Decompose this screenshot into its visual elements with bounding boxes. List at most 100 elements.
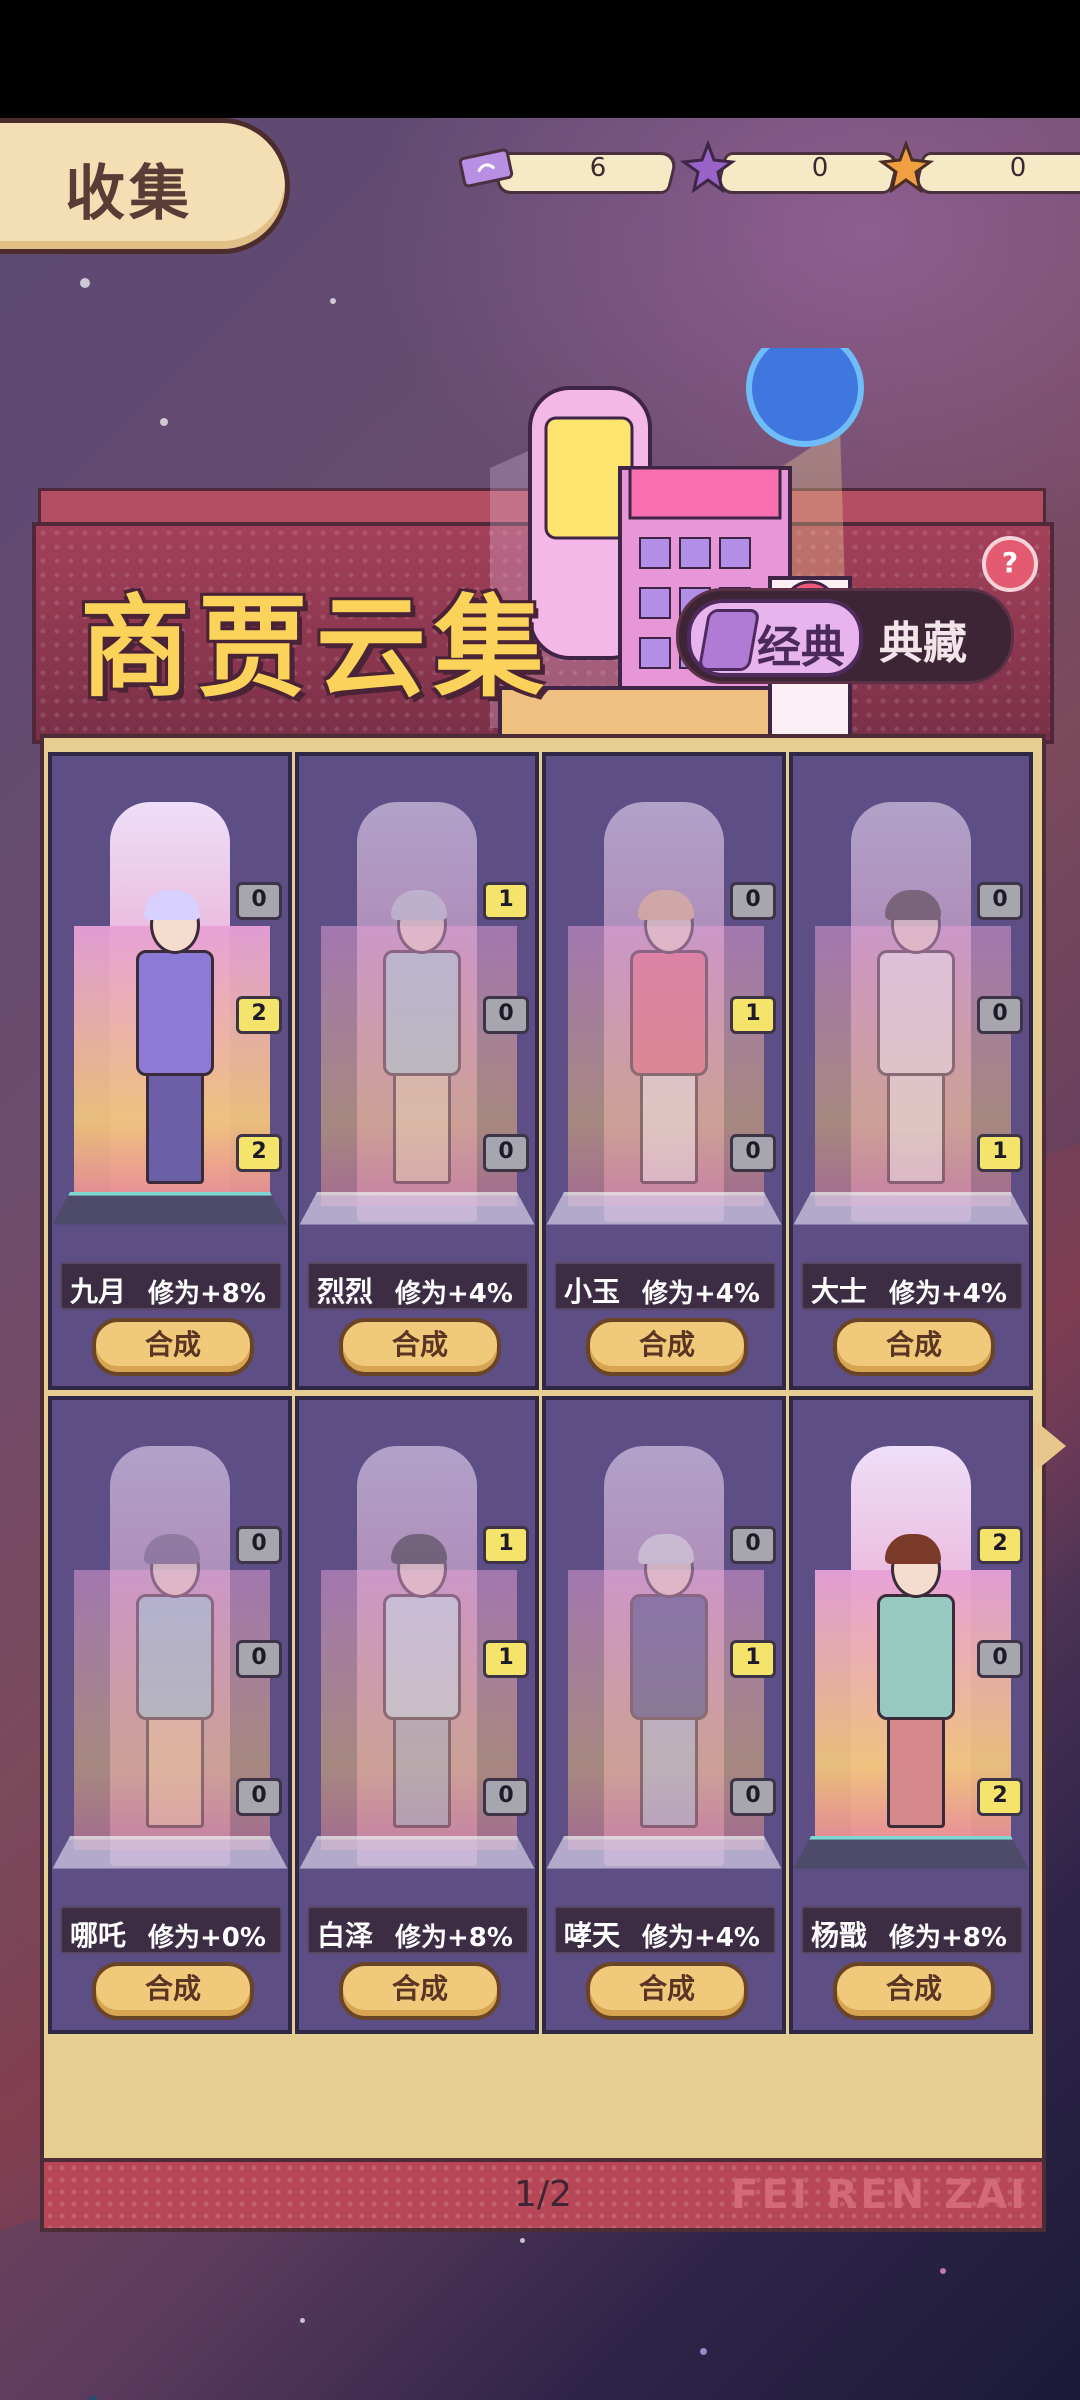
brand-watermark: FEI REN ZAI: [731, 2172, 1028, 2218]
star: [700, 2348, 707, 2355]
character-figure: [369, 1534, 465, 1840]
combine-button[interactable]: 合成: [833, 1962, 995, 2020]
character-name: 小玉: [564, 1275, 621, 1308]
help-button[interactable]: ?: [982, 536, 1038, 592]
piece-count-badge: 0: [977, 996, 1023, 1034]
character-name: 哮天: [564, 1919, 621, 1952]
character-card[interactable]: 1 0 0 烈烈 修为+4% 合成: [295, 752, 539, 1390]
currency-value: 0: [1009, 153, 1027, 183]
display-platform: [546, 1835, 782, 1869]
cultivation-bonus: 修为+0%: [148, 1923, 266, 1953]
toggle-classic-label: 经典: [757, 622, 845, 673]
collection-tab[interactable]: 收集: [0, 118, 290, 254]
collection-tab-label: 收集: [65, 159, 193, 229]
piece-count-badge: 0: [483, 1134, 529, 1172]
piece-count-badge: 0: [236, 1526, 282, 1564]
character-card[interactable]: 2 0 2 杨戬 修为+8% 合成: [789, 1396, 1033, 2034]
collection-screen: 收集 6 0 0 商贾云集 ? 经典 典藏 1/2 FEI REN ZAI 0 …: [0, 118, 1080, 2400]
piece-count-badge: 1: [483, 1526, 529, 1564]
combine-button[interactable]: 合成: [92, 1962, 254, 2020]
character-figure: [863, 890, 959, 1196]
next-page-arrow-icon[interactable]: [1032, 1418, 1066, 1474]
currency-value: 0: [811, 153, 829, 183]
nameplate: 白泽 修为+8%: [307, 1906, 529, 1954]
piece-count-badge: 0: [483, 996, 529, 1034]
piece-count-badge: 0: [236, 1640, 282, 1678]
piece-count-badge: 0: [730, 1526, 776, 1564]
orange-puzzle-icon: [878, 140, 934, 194]
character-card[interactable]: 0 1 0 小玉 修为+4% 合成: [542, 752, 786, 1390]
character-figure: [616, 1534, 712, 1840]
piece-count-badge: 1: [730, 1640, 776, 1678]
character-card[interactable]: 0 1 0 哮天 修为+4% 合成: [542, 1396, 786, 2034]
cultivation-bonus: 修为+8%: [395, 1923, 513, 1953]
piece-count-badge: 1: [483, 882, 529, 920]
nameplate: 烈烈 修为+4%: [307, 1262, 529, 1310]
ticket-icon: [458, 148, 514, 188]
status-bar: [0, 0, 1080, 118]
star: [300, 2318, 305, 2323]
cultivation-bonus: 修为+4%: [642, 1279, 760, 1309]
character-card[interactable]: 1 1 0 白泽 修为+8% 合成: [295, 1396, 539, 2034]
cultivation-bonus: 修为+4%: [642, 1923, 760, 1953]
star: [520, 2238, 525, 2243]
piece-count-badge: 0: [977, 882, 1023, 920]
currency-value: 6: [589, 153, 607, 183]
character-card[interactable]: 0 0 0 哪吒 修为+0% 合成: [48, 1396, 292, 2034]
page-footer: 1/2 FEI REN ZAI: [40, 2158, 1046, 2232]
character-figure: [122, 890, 218, 1196]
star: [330, 298, 336, 304]
mode-toggle: 经典 典藏: [676, 588, 1014, 684]
nameplate: 哮天 修为+4%: [554, 1906, 776, 1954]
piece-count-badge: 2: [977, 1526, 1023, 1564]
character-name: 白泽: [317, 1919, 374, 1952]
purple-puzzle-icon: [680, 140, 736, 194]
piece-count-badge: 1: [730, 996, 776, 1034]
back-arrow-icon[interactable]: [36, 2388, 162, 2400]
nameplate: 哪吒 修为+0%: [60, 1906, 282, 1954]
piece-count-badge: 1: [977, 1134, 1023, 1172]
piece-count-badge: 0: [236, 882, 282, 920]
display-platform: [52, 1191, 288, 1225]
display-platform: [299, 1191, 535, 1225]
character-name: 哪吒: [70, 1919, 127, 1952]
character-figure: [122, 1534, 218, 1840]
cultivation-bonus: 修为+4%: [889, 1279, 1007, 1309]
piece-count-badge: 2: [236, 1134, 282, 1172]
piece-count-badge: 0: [236, 1778, 282, 1816]
display-platform: [299, 1835, 535, 1869]
nameplate: 大士 修为+4%: [801, 1262, 1023, 1310]
character-figure: [616, 890, 712, 1196]
piece-count-badge: 0: [730, 882, 776, 920]
character-figure: [369, 890, 465, 1196]
piece-count-badge: 2: [977, 1778, 1023, 1816]
combine-button[interactable]: 合成: [833, 1318, 995, 1376]
piece-count-badge: 0: [730, 1778, 776, 1816]
cultivation-bonus: 修为+4%: [395, 1279, 513, 1309]
star: [940, 2268, 946, 2274]
combine-button[interactable]: 合成: [586, 1962, 748, 2020]
piece-count-badge: 0: [730, 1134, 776, 1172]
nameplate: 小玉 修为+4%: [554, 1262, 776, 1310]
nameplate: 杨戬 修为+8%: [801, 1906, 1023, 1954]
nameplate: 九月 修为+8%: [60, 1262, 282, 1310]
character-card[interactable]: 0 0 1 大士 修为+4% 合成: [789, 752, 1033, 1390]
combine-button[interactable]: 合成: [339, 1962, 501, 2020]
star: [160, 418, 168, 426]
piece-count-badge: 1: [483, 1640, 529, 1678]
combine-button[interactable]: 合成: [339, 1318, 501, 1376]
combine-button[interactable]: 合成: [92, 1318, 254, 1376]
piece-count-badge: 2: [236, 996, 282, 1034]
cultivation-bonus: 修为+8%: [148, 1279, 266, 1309]
character-name: 杨戬: [811, 1919, 868, 1952]
piece-count-badge: 0: [483, 1778, 529, 1816]
cultivation-bonus: 修为+8%: [889, 1923, 1007, 1953]
character-name: 大士: [811, 1275, 868, 1308]
character-figure: [863, 1534, 959, 1840]
toggle-classic[interactable]: 经典: [687, 599, 863, 677]
toggle-collection[interactable]: 典藏: [879, 607, 967, 671]
star: [80, 278, 90, 288]
book-icon: [697, 609, 761, 671]
combine-button[interactable]: 合成: [586, 1318, 748, 1376]
character-card[interactable]: 0 2 2 九月 修为+8% 合成: [48, 752, 292, 1390]
